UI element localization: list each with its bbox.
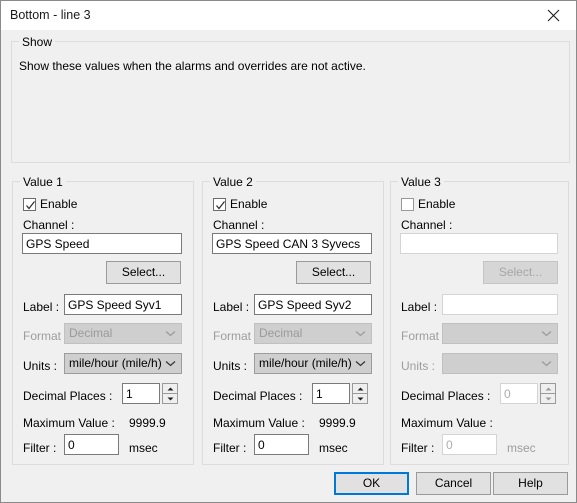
value3-decimal-places-label: Decimal Places : (401, 389, 491, 403)
value3-channel-input[interactable] (400, 233, 558, 254)
value1-legend: Value 1 (20, 175, 66, 189)
value2-format-value: Decimal (259, 326, 303, 340)
value2-format-label: Format : (213, 329, 258, 343)
chevron-down-icon (165, 354, 176, 373)
value2-maximum-value: 9999.9 (319, 416, 356, 430)
value2-decimal-places-stepper[interactable] (352, 383, 368, 404)
value3-decimal-places-input[interactable] (500, 383, 538, 404)
value1-enable-checkbox[interactable]: Enable (23, 197, 77, 211)
check-icon (26, 200, 35, 209)
value2-filter-input[interactable] (254, 434, 309, 455)
value2-filter-label: Filter : (213, 441, 247, 455)
show-description: Show these values when the alarms and ov… (19, 59, 366, 73)
stepper-down-icon[interactable] (540, 393, 556, 404)
value1-filter-unit: msec (129, 441, 158, 455)
window-title: Bottom - line 3 (10, 8, 91, 22)
value2-channel-label: Channel : (213, 218, 265, 232)
value3-format-label: Format : (401, 329, 446, 343)
value3-maximum-value-label: Maximum Value : (401, 416, 493, 430)
value2-units-label: Units : (213, 359, 248, 373)
value1-decimal-places-input[interactable] (122, 383, 160, 404)
value3-units-label: Units : (401, 359, 436, 373)
value2-enable-checkbox[interactable]: Enable (213, 197, 267, 211)
chevron-down-icon (355, 354, 366, 373)
value2-select-button[interactable]: Select... (296, 261, 371, 284)
value2-units-value: mile/hour (mile/h) (259, 356, 352, 370)
value2-maximum-value-label: Maximum Value : (213, 416, 305, 430)
checkbox-box (401, 197, 414, 211)
value2-filter-unit: msec (319, 441, 348, 455)
chevron-down-icon (541, 324, 552, 343)
value3-label-input[interactable] (442, 294, 558, 315)
dialog-window: Bottom - line 3 Show Show these values w… (0, 0, 577, 503)
value1-maximum-value-label: Maximum Value : (23, 416, 115, 430)
value3-filter-input[interactable] (442, 434, 497, 455)
chevron-down-icon (355, 324, 366, 343)
value1-label-label: Label : (23, 300, 60, 314)
value2-units-select[interactable]: mile/hour (mile/h) (254, 353, 372, 374)
checkbox-box (23, 197, 36, 211)
stepper-down-icon[interactable] (352, 393, 368, 404)
value3-units-select[interactable] (442, 353, 558, 374)
stepper-down-icon[interactable] (162, 393, 178, 404)
ok-button[interactable]: OK (334, 472, 409, 495)
value1-enable-label: Enable (40, 197, 78, 211)
close-glyph (547, 9, 560, 22)
value3-format-select[interactable] (442, 323, 558, 344)
value3-legend: Value 3 (398, 175, 444, 189)
value3-select-button[interactable]: Select... (483, 261, 558, 284)
value1-label-input[interactable] (64, 294, 182, 315)
value2-decimal-places-label: Decimal Places : (213, 389, 303, 403)
value1-maximum-value: 9999.9 (129, 416, 166, 430)
value1-units-value: mile/hour (mile/h) (69, 356, 162, 370)
value2-channel-input[interactable] (212, 233, 372, 254)
cancel-button[interactable]: Cancel (416, 472, 491, 495)
value1-channel-input[interactable] (22, 233, 182, 254)
value1-format-value: Decimal (69, 326, 113, 340)
value1-format-select[interactable]: Decimal (64, 323, 182, 344)
check-icon (216, 200, 225, 209)
value1-filter-input[interactable] (64, 434, 119, 455)
value3-enable-label: Enable (418, 197, 456, 211)
value3-enable-checkbox[interactable]: Enable (401, 197, 455, 211)
value3-channel-label: Channel : (401, 218, 453, 232)
value3-decimal-places-stepper[interactable] (540, 383, 556, 404)
value2-legend: Value 2 (210, 175, 256, 189)
value3-label-label: Label : (401, 300, 438, 314)
value2-label-label: Label : (213, 300, 250, 314)
value1-select-button[interactable]: Select... (106, 261, 181, 284)
value3-filter-unit: msec (507, 441, 536, 455)
value1-decimal-places-label: Decimal Places : (23, 389, 113, 403)
chevron-down-icon (165, 324, 176, 343)
checkbox-box (213, 197, 226, 211)
title-bar: Bottom - line 3 (1, 1, 576, 31)
value1-decimal-places-stepper[interactable] (162, 383, 178, 404)
value1-format-label: Format : (23, 329, 68, 343)
value1-channel-label: Channel : (23, 218, 75, 232)
value1-filter-label: Filter : (23, 441, 57, 455)
value2-label-input[interactable] (254, 294, 372, 315)
chevron-down-icon (541, 354, 552, 373)
show-group-legend: Show (19, 35, 56, 49)
value2-format-select[interactable]: Decimal (254, 323, 372, 344)
value1-units-label: Units : (23, 359, 58, 373)
help-button[interactable]: Help (493, 472, 568, 495)
value2-decimal-places-input[interactable] (312, 383, 350, 404)
close-icon[interactable] (531, 1, 576, 30)
value1-units-select[interactable]: mile/hour (mile/h) (64, 353, 182, 374)
value2-enable-label: Enable (230, 197, 268, 211)
value3-filter-label: Filter : (401, 441, 435, 455)
